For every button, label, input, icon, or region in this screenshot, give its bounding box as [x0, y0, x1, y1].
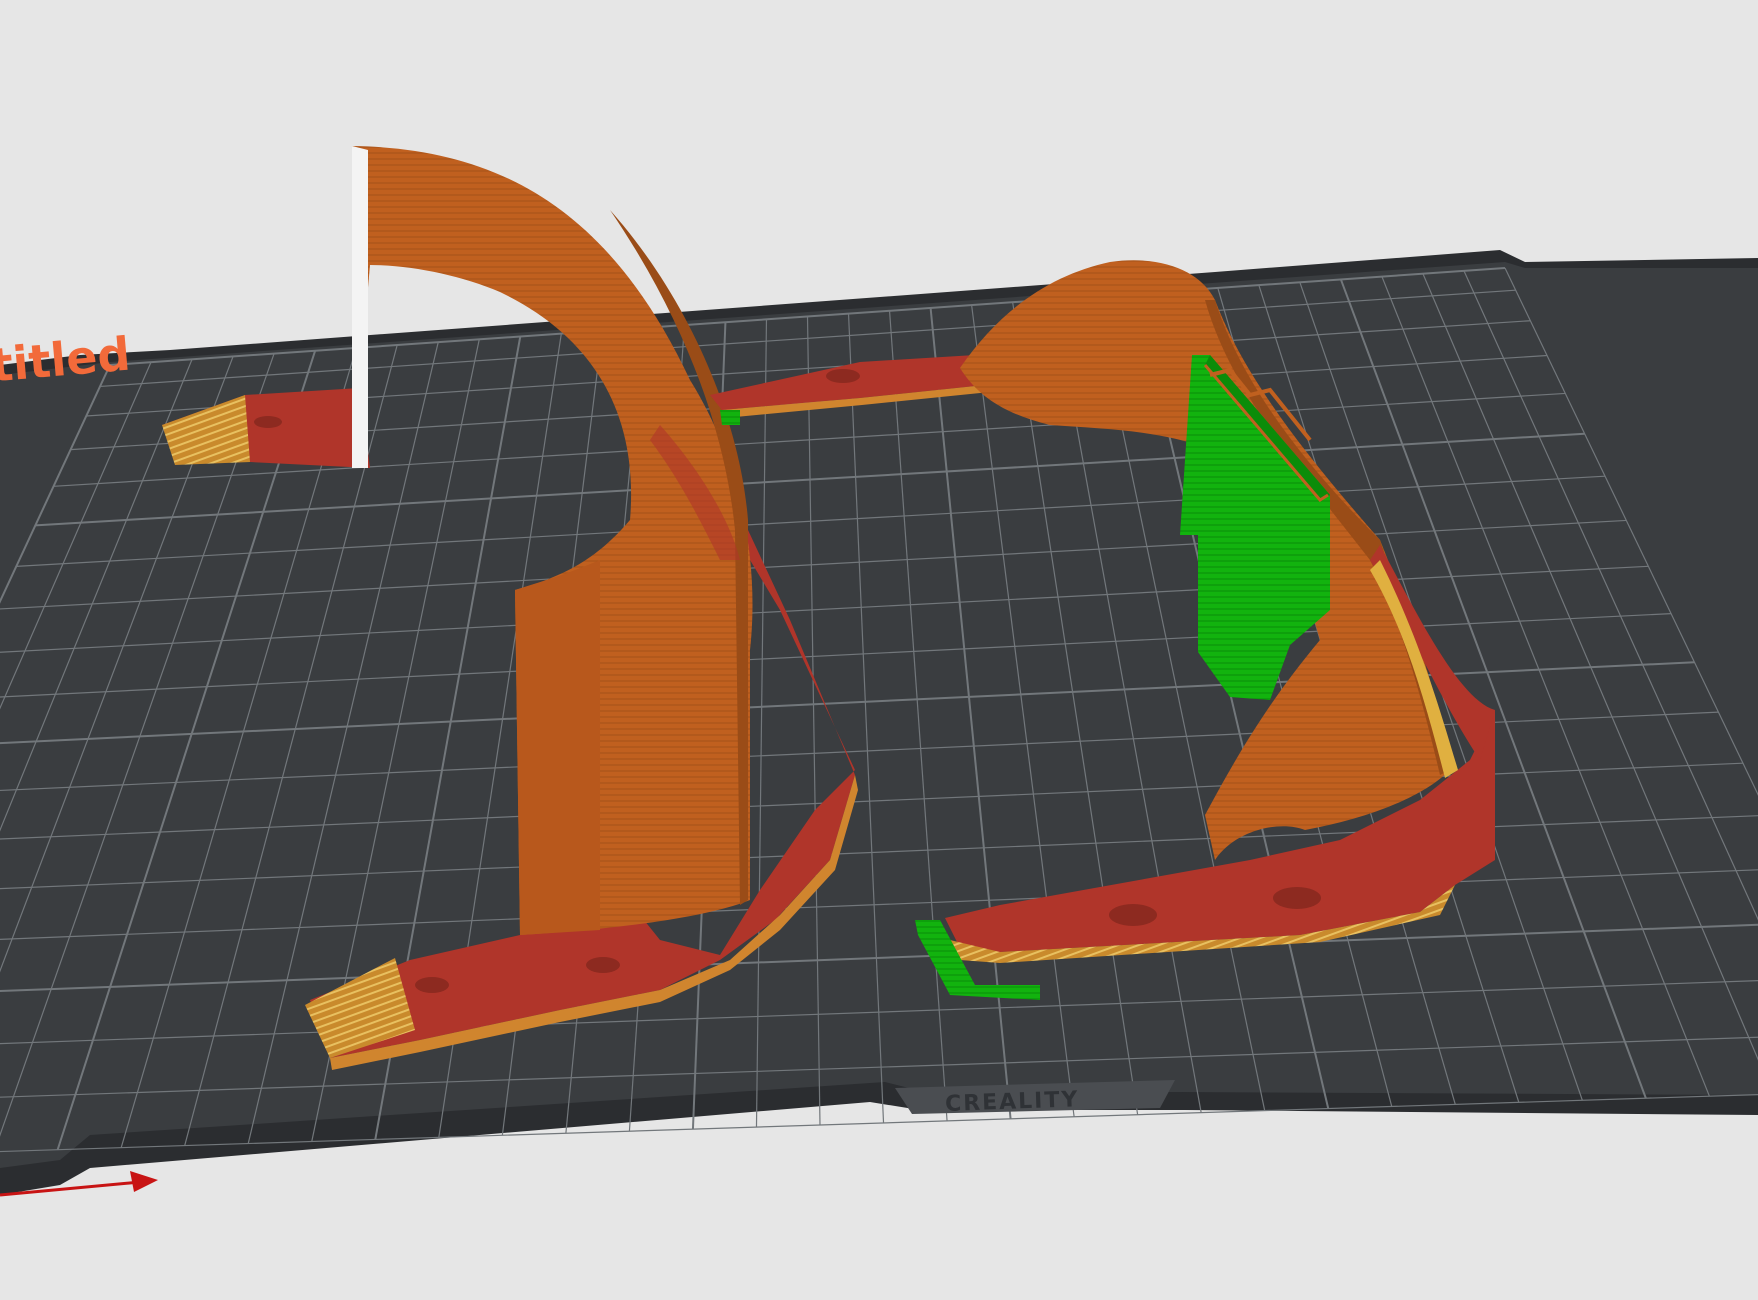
svg-text:CREALITY: CREALITY: [945, 1087, 1080, 1117]
scene-canvas[interactable]: titled CREALITY: [0, 0, 1758, 1296]
3d-viewport[interactable]: titled CREALITY: [0, 0, 1758, 1296]
